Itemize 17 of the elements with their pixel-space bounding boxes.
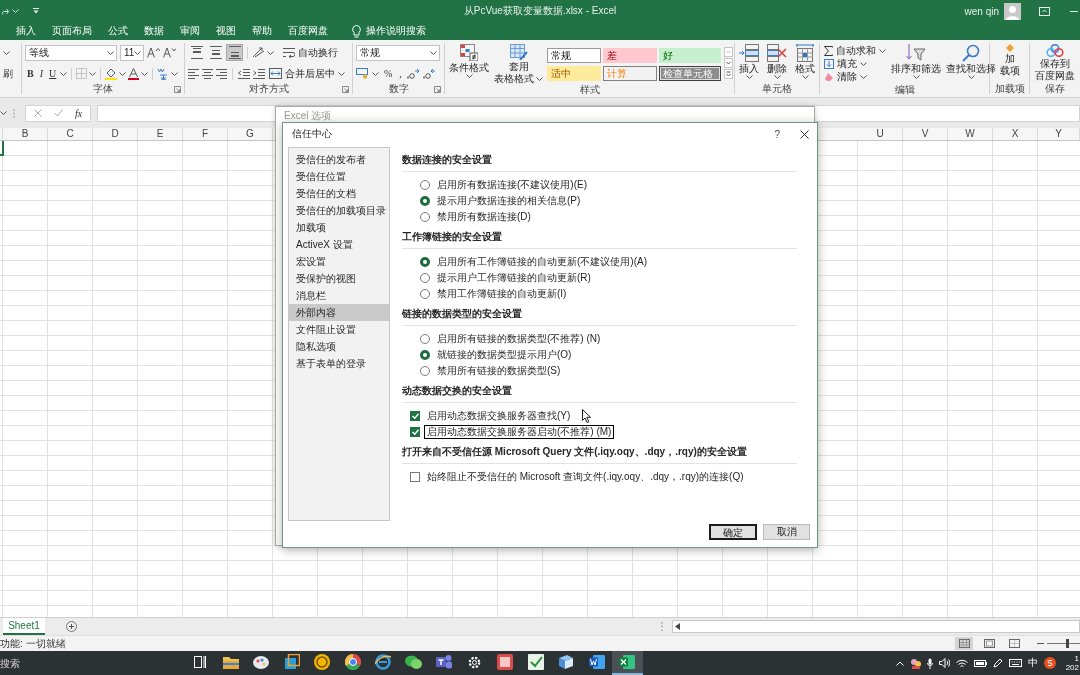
section-heading: 数据连接的安全设置 bbox=[402, 154, 797, 172]
group-label: 数字 bbox=[388, 82, 409, 96]
window-title: 从PcVue获取变量数据.xlsx - Excel bbox=[463, 4, 617, 18]
group-label: 加载项 bbox=[994, 82, 1025, 96]
status-text: 功能: 一切就绪 bbox=[0, 636, 66, 651]
group-label: 样式 bbox=[579, 83, 600, 97]
section-heading: 工作簿链接的安全设置 bbox=[402, 231, 797, 249]
dialog-title: Excel 选项 bbox=[284, 110, 332, 121]
group-label: 字体 bbox=[93, 82, 113, 96]
group-label: 单元格 bbox=[762, 82, 792, 96]
section-heading: 动态数据交换的安全设置 bbox=[402, 385, 797, 403]
group-label: 保存 bbox=[1045, 82, 1065, 96]
section-heading: 链接的数据类型的安全设置 bbox=[402, 308, 797, 326]
group-label: 编辑 bbox=[894, 83, 915, 97]
group-label: 对齐方式 bbox=[248, 82, 289, 96]
section-heading: 打开来自不受信任源 Microsoft Query 文件(.iqy.oqy、.dqy，.rqy)的安全设置 bbox=[402, 446, 797, 464]
dialog-title: 信任中心 bbox=[292, 127, 332, 141]
